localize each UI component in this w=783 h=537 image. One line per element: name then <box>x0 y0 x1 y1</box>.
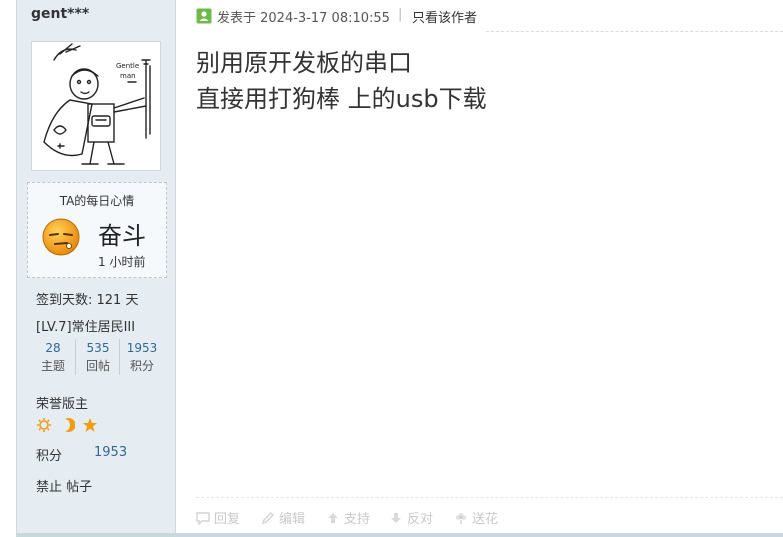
medal-row <box>36 417 116 435</box>
star-medal-icon[interactable] <box>82 417 98 433</box>
signin-days: 签到天数: 121 天 <box>36 293 139 308</box>
points-value: 1953 <box>94 445 128 460</box>
sleepy-face-icon <box>42 218 80 256</box>
author-username[interactable]: gent*** <box>31 6 89 22</box>
left-margin <box>0 0 16 537</box>
user-stats: 28 主题 535 回帖 1953 积分 <box>31 339 163 375</box>
post-content-line: 直接用打狗棒 上的usb下载 <box>196 85 487 113</box>
svg-text:man: man <box>120 72 136 80</box>
honor-title: 荣誉版主 <box>36 397 89 412</box>
stat-label: 回帖 <box>85 359 110 373</box>
arrow-up-icon <box>328 513 338 523</box>
bottom-border <box>16 533 783 537</box>
post-date: 发表于 2024-3-17 08:10:55 <box>217 11 390 26</box>
stat-points[interactable]: 1953 积分 <box>119 339 164 375</box>
author-sidebar: gent*** Gentle man TA的每日心情 奋斗 1 小时前 签到天数… <box>16 0 176 537</box>
only-author-link[interactable]: 只看该作者 <box>412 7 477 26</box>
stat-value: 28 <box>45 341 61 355</box>
meta-separator: | <box>398 7 403 22</box>
support-button[interactable]: 支持 <box>326 508 370 527</box>
reply-icon <box>196 512 210 525</box>
actions-divider <box>196 497 783 498</box>
ban-post-link[interactable]: 禁止 帖子 <box>36 476 92 495</box>
reply-button[interactable]: 回复 <box>196 508 240 527</box>
points-label: 积分 <box>36 449 63 464</box>
moon-medal-icon[interactable] <box>59 417 75 433</box>
stat-threads[interactable]: 28 主题 <box>31 339 75 375</box>
meta-divider <box>486 31 783 32</box>
svg-text:Gentle: Gentle <box>116 62 139 70</box>
avatar[interactable]: Gentle man <box>31 41 161 171</box>
arrow-down-icon <box>391 513 401 523</box>
support-label: 支持 <box>344 512 371 527</box>
oppose-label: 反对 <box>407 512 434 527</box>
post-content: 别用原开发板的串口 直接用打狗棒 上的usb下载 <box>196 45 487 117</box>
pencil-icon <box>261 512 274 525</box>
stat-value: 1953 <box>126 341 158 355</box>
user-level[interactable]: [LV.7]常住居民III <box>36 316 135 335</box>
edit-label: 编辑 <box>279 512 306 527</box>
flower-icon <box>455 512 467 524</box>
mood-time: 1 小时前 <box>98 255 146 269</box>
mood-text: 奋斗 <box>98 222 146 250</box>
flower-button[interactable]: 送花 <box>454 508 498 527</box>
reply-label: 回复 <box>214 512 241 527</box>
stat-label: 主题 <box>40 359 65 373</box>
stat-replies[interactable]: 535 回帖 <box>75 339 120 375</box>
mood-title: TA的每日心情 <box>59 194 135 208</box>
cartoon-knight-avatar-icon: Gentle man <box>43 43 151 165</box>
post-content-line: 别用原开发板的串口 <box>196 49 412 77</box>
stat-value: 535 <box>86 341 110 355</box>
daily-mood-box: TA的每日心情 奋斗 1 小时前 <box>27 182 167 278</box>
edit-button[interactable]: 编辑 <box>261 508 305 527</box>
oppose-button[interactable]: 反对 <box>389 508 433 527</box>
stat-label: 积分 <box>129 359 154 373</box>
online-status-icon <box>196 8 212 24</box>
sun-medal-icon[interactable] <box>36 417 52 433</box>
flower-label: 送花 <box>472 512 499 527</box>
